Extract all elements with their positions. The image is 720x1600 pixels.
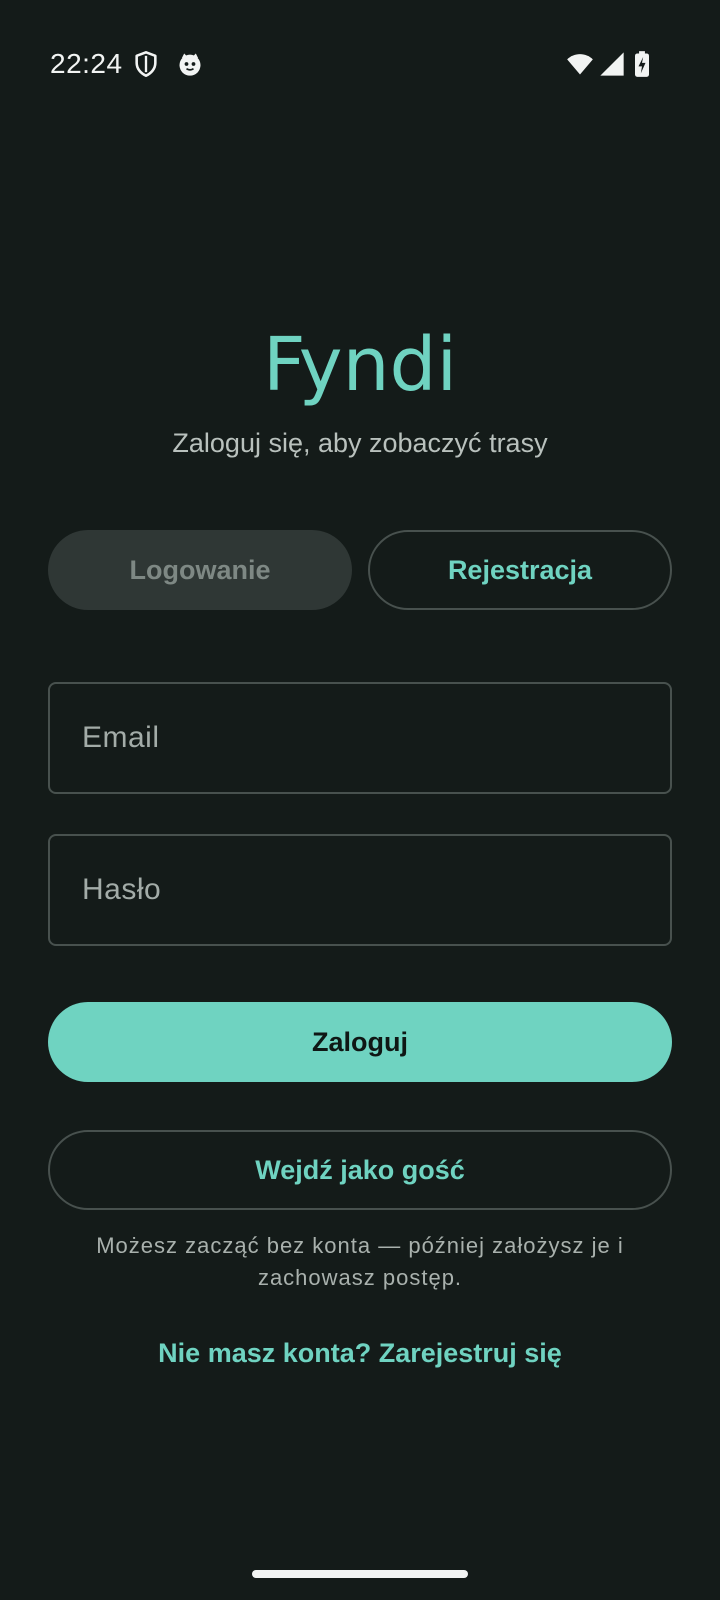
app-title: Fyndi (263, 322, 457, 408)
login-button[interactable]: Zaloguj (48, 1002, 672, 1082)
wifi-icon (564, 50, 596, 78)
password-field-container (48, 834, 672, 946)
guest-button[interactable]: Wejdź jako gość (48, 1130, 672, 1210)
app-subtitle: Zaloguj się, aby zobaczyć trasy (172, 428, 548, 458)
email-field-container (48, 682, 672, 794)
shield-icon (132, 50, 160, 78)
signal-icon (598, 50, 626, 78)
cat-face-icon (176, 50, 204, 78)
battery-charging-icon (632, 50, 652, 78)
guest-note: Możesz zacząć bez konta — później założy… (96, 1233, 624, 1290)
tab-login[interactable]: Logowanie (48, 530, 352, 610)
status-bar: 22:24 (0, 0, 720, 130)
password-field[interactable] (50, 836, 670, 944)
email-field[interactable] (50, 684, 670, 792)
tab-register[interactable]: Rejestracja (368, 530, 672, 610)
home-indicator[interactable] (252, 1570, 468, 1578)
register-link[interactable]: Nie masz konta? Zarejestruj się (0, 1338, 720, 1369)
status-time: 22:24 (50, 48, 123, 79)
